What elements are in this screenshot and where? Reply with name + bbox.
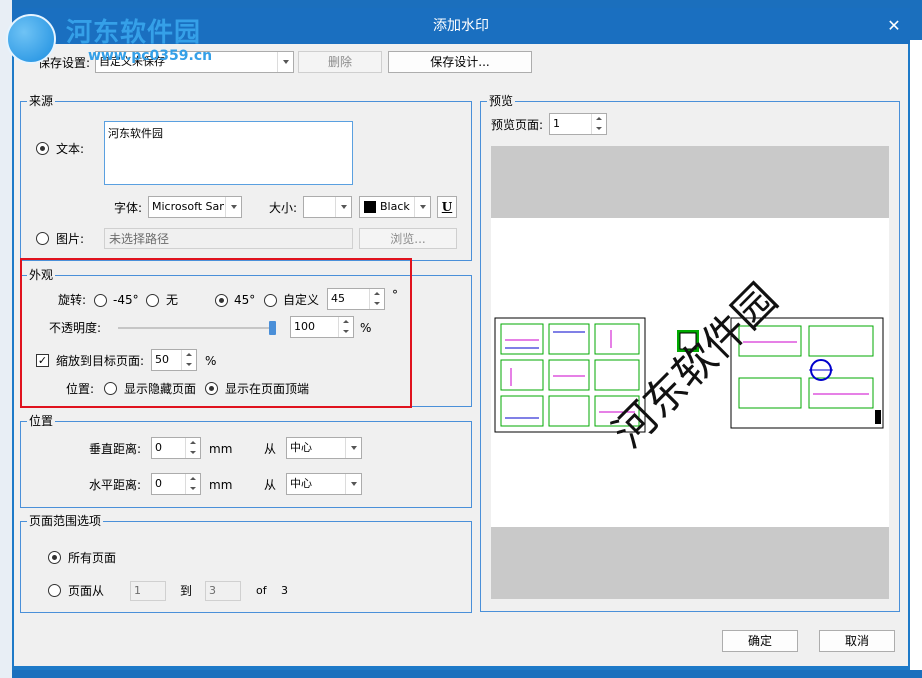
all-pages-label: 所有页面 xyxy=(68,551,117,565)
color-select[interactable]: Black xyxy=(359,196,431,218)
underline-button[interactable]: U xyxy=(437,196,457,218)
preview-page-label: 预览页面: xyxy=(491,118,544,132)
page-range-group xyxy=(20,521,472,613)
stepper-arrows-icon[interactable] xyxy=(185,474,200,494)
horizontal-from-label: 从 xyxy=(264,478,277,492)
watermark-text-value: 河东软件园 xyxy=(108,127,163,140)
pages-to-value: 3 xyxy=(209,584,216,597)
image-path-field[interactable]: 未选择路径 xyxy=(104,228,353,249)
browse-button[interactable]: 浏览... xyxy=(359,228,457,249)
horizontal-from-value: 中心 xyxy=(290,477,312,490)
vertical-distance-label: 垂直距离: xyxy=(89,442,142,456)
text-radio[interactable] xyxy=(36,142,49,155)
vertical-from-value: 中心 xyxy=(290,441,312,454)
preview-page-value: 1 xyxy=(553,117,560,130)
pages-of-label: of xyxy=(256,584,267,597)
background-app-left xyxy=(0,0,12,678)
chevron-down-icon xyxy=(277,52,293,72)
pages-of-value: 3 xyxy=(281,584,288,597)
size-select[interactable] xyxy=(303,196,352,218)
font-label: 字体: xyxy=(114,201,143,215)
color-swatch xyxy=(364,201,376,213)
highlight-box xyxy=(20,258,412,408)
size-label: 大小: xyxy=(269,201,298,215)
horizontal-from-select[interactable]: 中心 xyxy=(286,473,362,495)
pages-from-value: 1 xyxy=(134,584,141,597)
chevron-down-icon xyxy=(335,197,351,217)
image-radio-label: 图片: xyxy=(56,232,85,246)
pages-from-label: 页面从 xyxy=(68,584,105,598)
cad-drawing-thumbnail: 河东软件园 xyxy=(494,274,884,457)
font-value: Microsoft Sans xyxy=(152,200,224,213)
preview-canvas: 河东软件园 xyxy=(491,218,889,527)
save-design-button[interactable]: 保存设计... xyxy=(388,51,532,73)
pages-to-field[interactable]: 3 xyxy=(205,581,241,601)
image-path-placeholder: 未选择路径 xyxy=(109,232,170,246)
horizontal-distance-stepper[interactable]: 0 xyxy=(151,473,201,495)
position-group-title: 位置 xyxy=(27,414,56,428)
close-icon[interactable]: ✕ xyxy=(884,16,904,36)
horizontal-distance-value: 0 xyxy=(155,477,162,490)
horizontal-distance-label: 水平距离: xyxy=(89,478,142,492)
position-group xyxy=(20,421,472,508)
logo-name: 河东软件园 xyxy=(66,18,202,48)
color-value: Black xyxy=(380,200,410,213)
preview-page-gap-bottom xyxy=(491,527,889,599)
text-radio-label: 文本: xyxy=(56,142,85,156)
cancel-button[interactable]: 取消 xyxy=(819,630,895,652)
logo-url: www.pc0359.cn xyxy=(88,48,213,64)
all-pages-radio[interactable] xyxy=(48,551,61,564)
vertical-from-label: 从 xyxy=(264,442,277,456)
font-select[interactable]: Microsoft Sans xyxy=(148,196,242,218)
site-logo: 河东软件园 www.pc0359.cn xyxy=(6,6,236,70)
delete-button[interactable]: 删除 xyxy=(298,51,382,73)
preview-page-gap xyxy=(491,146,889,218)
pages-from-radio[interactable] xyxy=(48,584,61,597)
vertical-unit: mm xyxy=(209,442,233,456)
chevron-down-icon xyxy=(414,197,430,217)
pages-to-label: 到 xyxy=(180,584,193,598)
chevron-down-icon xyxy=(225,197,241,217)
stepper-arrows-icon[interactable] xyxy=(185,438,200,458)
watermark-text-input[interactable]: 河东软件园 xyxy=(104,121,353,185)
vertical-from-select[interactable]: 中心 xyxy=(286,437,362,459)
stepper-arrows-icon[interactable] xyxy=(591,114,606,134)
vertical-distance-value: 0 xyxy=(155,441,162,454)
vertical-distance-stepper[interactable]: 0 xyxy=(151,437,201,459)
chevron-down-icon xyxy=(345,438,361,458)
page-range-group-title: 页面范围选项 xyxy=(27,514,104,528)
pages-from-field[interactable]: 1 xyxy=(130,581,166,601)
background-app-right xyxy=(910,40,922,670)
logo-icon xyxy=(6,14,56,64)
preview-group-title: 预览 xyxy=(487,94,516,108)
image-radio[interactable] xyxy=(36,232,49,245)
preview-page-stepper[interactable]: 1 xyxy=(549,113,607,135)
horizontal-unit: mm xyxy=(209,478,233,492)
chevron-down-icon xyxy=(345,474,361,494)
source-group-title: 来源 xyxy=(27,94,56,108)
ok-button[interactable]: 确定 xyxy=(722,630,798,652)
